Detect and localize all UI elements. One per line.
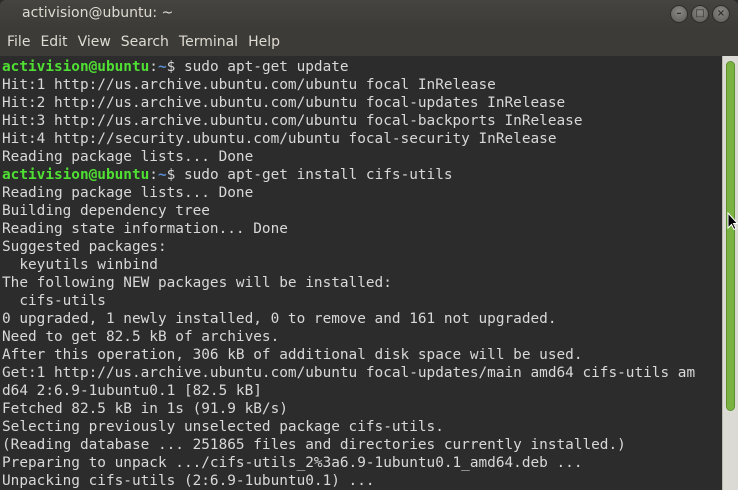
prompt-separator: : xyxy=(149,167,158,183)
minimize-button[interactable]: – xyxy=(670,5,688,23)
output-line: Need to get 82.5 kB of archives. xyxy=(2,329,280,345)
output-line: Suggested packages: xyxy=(2,239,167,255)
output-line: Get:1 http://us.archive.ubuntu.com/ubunt… xyxy=(2,365,696,381)
prompt-separator: : xyxy=(149,59,158,75)
menu-search[interactable]: Search xyxy=(116,28,174,56)
output-line: Unpacking cifs-utils (2:6.9-1ubuntu0.1) … xyxy=(2,473,375,489)
output-line: Reading package lists... Done xyxy=(2,149,254,165)
prompt-path: ~ xyxy=(157,59,167,75)
menu-view[interactable]: View xyxy=(73,28,116,56)
output-line: Reading package lists... Done xyxy=(2,185,254,201)
command-text: sudo apt-get install cifs-utils xyxy=(183,167,453,183)
close-button[interactable]: × xyxy=(712,5,730,23)
mouse-pointer-icon xyxy=(727,212,738,230)
prompt-user: activision@ubuntu xyxy=(2,167,150,183)
output-line: Selecting previously unselected package … xyxy=(2,419,444,435)
menu-terminal[interactable]: Terminal xyxy=(174,28,243,56)
terminal-output[interactable]: activision@ubuntu:~$ sudo apt-get update… xyxy=(0,56,722,490)
prompt-symbol: $ xyxy=(166,59,184,75)
output-line: keyutils winbind xyxy=(2,257,158,273)
output-line: (Reading database ... 251865 files and d… xyxy=(2,437,626,453)
output-line: cifs-utils xyxy=(2,293,106,309)
output-line: The following NEW packages will be insta… xyxy=(2,275,392,291)
window-title: activision@ubuntu: ~ xyxy=(22,5,174,21)
output-line: Hit:4 http://security.ubuntu.com/ubuntu … xyxy=(2,131,557,147)
terminal-scrollbar[interactable] xyxy=(722,56,738,490)
output-line: Hit:2 http://us.archive.ubuntu.com/ubunt… xyxy=(2,95,566,111)
output-line: 0 upgraded, 1 newly installed, 0 to remo… xyxy=(2,311,557,327)
command-text: sudo apt-get update xyxy=(183,59,349,75)
output-line: Preparing to unpack .../cifs-utils_2%3a6… xyxy=(2,455,583,471)
scrollbar-thumb[interactable] xyxy=(726,61,735,411)
prompt-line: activision@ubuntu:~$ sudo apt-get update xyxy=(2,58,722,76)
menubar: File Edit View Search Terminal Help xyxy=(0,28,738,56)
maximize-button[interactable]: □ xyxy=(691,5,709,23)
output-line: Reading state information... Done xyxy=(2,221,288,237)
output-line: Building dependency tree xyxy=(2,203,210,219)
window-titlebar[interactable]: activision@ubuntu: ~ – □ × xyxy=(0,0,738,28)
output-line: d64 2:6.9-1ubuntu0.1 [82.5 kB] xyxy=(2,383,262,399)
output-line: After this operation, 306 kB of addition… xyxy=(2,347,583,363)
output-line: Fetched 82.5 kB in 1s (91.9 kB/s) xyxy=(2,401,288,417)
menu-file[interactable]: File xyxy=(2,28,35,56)
output-line: Hit:1 http://us.archive.ubuntu.com/ubunt… xyxy=(2,77,496,93)
window-controls: – □ × xyxy=(670,5,730,23)
menu-help[interactable]: Help xyxy=(243,28,285,56)
menu-edit[interactable]: Edit xyxy=(35,28,72,56)
prompt-user: activision@ubuntu xyxy=(2,59,150,75)
prompt-line: activision@ubuntu:~$ sudo apt-get instal… xyxy=(2,166,722,184)
prompt-symbol: $ xyxy=(166,167,184,183)
output-line: Hit:3 http://us.archive.ubuntu.com/ubunt… xyxy=(2,113,583,129)
prompt-path: ~ xyxy=(157,167,167,183)
